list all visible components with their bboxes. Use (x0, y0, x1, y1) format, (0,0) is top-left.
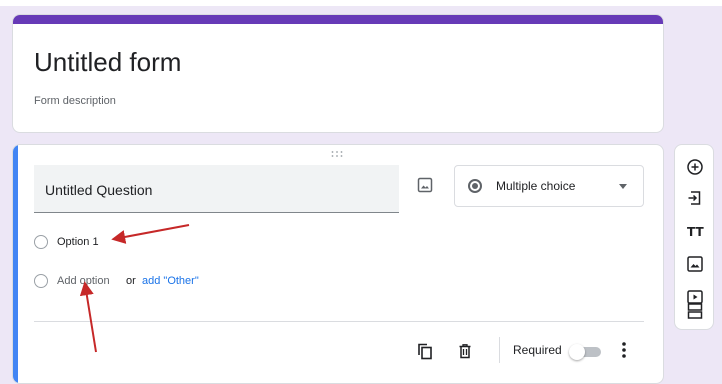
duplicate-button[interactable] (416, 342, 434, 360)
option-1-input[interactable]: Option 1 (57, 236, 99, 248)
trash-icon (459, 344, 471, 359)
import-questions-button[interactable] (686, 189, 704, 207)
top-strip (0, 0, 722, 6)
add-image-toolbar-button[interactable] (686, 255, 704, 273)
more-options-button[interactable] (618, 340, 630, 360)
form-title-card: Untitled form Form description (12, 14, 664, 133)
or-label: or (126, 275, 136, 287)
footer-divider (34, 321, 644, 322)
chevron-down-icon (619, 184, 627, 189)
image-icon (687, 256, 703, 272)
drag-dots (331, 151, 343, 157)
radio-button-checked-icon (468, 179, 482, 193)
add-title-button[interactable]: TT (686, 222, 704, 240)
add-section-button[interactable] (686, 302, 704, 320)
add-other-link[interactable]: add "Other" (142, 275, 199, 287)
section-icon (687, 303, 703, 319)
add-option-input[interactable]: Add option (57, 275, 110, 287)
option-radio-icon (34, 235, 48, 249)
question-card[interactable]: Untitled Question Multiple choice Option… (12, 144, 664, 384)
form-title[interactable]: Untitled form (34, 47, 181, 78)
add-question-button[interactable] (686, 158, 704, 176)
question-title-input[interactable]: Untitled Question (34, 165, 399, 213)
footer-separator (499, 337, 500, 363)
add-image-button[interactable] (417, 177, 433, 193)
import-icon (688, 191, 701, 205)
title-text-icon: TT (687, 225, 704, 239)
add-option-radio-icon (34, 274, 48, 288)
question-title-text: Untitled Question (45, 182, 153, 198)
more-vert-icon (622, 342, 626, 358)
question-card-accent (13, 145, 18, 383)
toggle-thumb (569, 344, 585, 360)
side-toolbar: TT (674, 144, 714, 330)
delete-button[interactable] (456, 342, 474, 360)
add-circle-icon (687, 159, 703, 175)
form-description[interactable]: Form description (34, 95, 116, 107)
drag-handle-icon[interactable] (331, 149, 343, 159)
tt-glyph: TT (687, 225, 704, 239)
required-toggle[interactable] (569, 344, 603, 360)
title-card-accent (13, 15, 663, 24)
image-icon (417, 177, 433, 193)
question-type-label: Multiple choice (496, 179, 576, 193)
question-type-select[interactable]: Multiple choice (454, 165, 644, 207)
copy-icon (418, 343, 432, 360)
required-label: Required (513, 343, 562, 357)
